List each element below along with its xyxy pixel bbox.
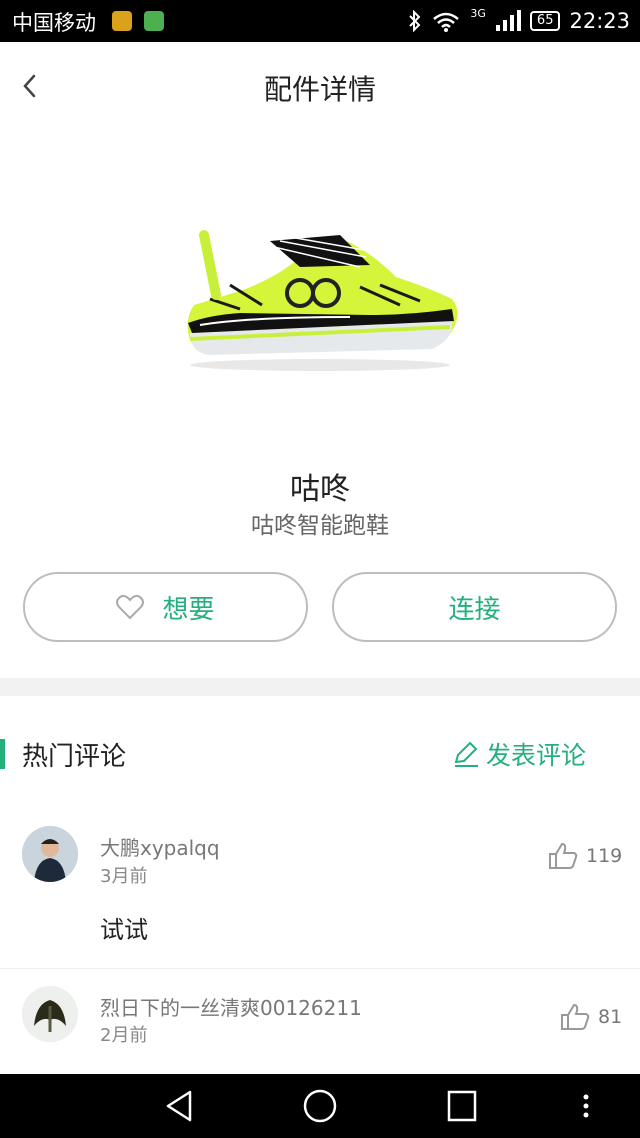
heart-icon [116,594,145,620]
nav-menu-button[interactable] [566,1086,610,1126]
connect-button[interactable]: 连接 [332,572,617,642]
triangle-back-icon [166,1090,192,1122]
post-comment-label: 发表评论 [485,741,586,770]
comment-separator [0,968,640,969]
section-accent-bar [0,739,5,769]
carrier-name: 中国移动 [12,11,96,35]
nav-recents-button[interactable] [440,1086,484,1126]
product-description: 咕咚智能跑鞋 [251,513,389,539]
like-count: 81 [598,1006,623,1028]
like-button[interactable]: 119 [548,842,622,870]
connect-label: 连接 [448,594,501,625]
thumbs-up-icon [561,1003,590,1030]
pencil-icon [454,741,478,767]
post-comment-button[interactable]: 发表评论 [452,736,586,772]
avatar[interactable] [22,986,78,1042]
comment-username[interactable]: 烈日下的一丝清爽00126211 [100,992,362,1021]
circle-home-icon [303,1089,337,1123]
nav-home-button[interactable] [298,1086,342,1126]
wifi-icon [433,12,460,32]
nav-back-button[interactable] [158,1086,202,1126]
want-label: 想要 [162,594,215,625]
network-type: 3G [470,6,486,20]
section-title: 热门评论 [22,742,127,772]
signal-icon [495,10,521,31]
comment-time: 3月前 [100,866,148,887]
bluetooth-icon [409,10,421,32]
square-recents-icon [447,1090,477,1122]
comment-username[interactable]: 大鹏xypalqq [100,832,220,861]
app-header: 配件详情 [0,42,640,134]
like-count: 119 [586,845,623,867]
running-shoe-image [170,205,470,380]
section-divider [0,678,640,696]
comments-header: 热门评论 发表评论 [0,696,640,806]
like-button[interactable]: 81 [560,1003,622,1031]
clock: 22:23 [569,9,630,33]
battery-indicator: 65 [529,11,561,31]
system-nav-bar [0,1074,640,1138]
comment-text: 试试 [100,916,148,944]
avatar[interactable] [22,826,78,882]
thumbs-up-icon [549,842,578,869]
status-bar: 中国移动 3G 65 22:23 [0,0,640,42]
notification-app-icon [112,11,132,31]
want-button[interactable]: 想要 [23,572,308,642]
page-title: 配件详情 [263,73,376,106]
more-vertical-icon [583,1094,589,1118]
comment-time: 2月前 [100,1025,148,1046]
notification-app-icon-2 [144,11,164,31]
product-name: 咕咚 [290,472,350,507]
